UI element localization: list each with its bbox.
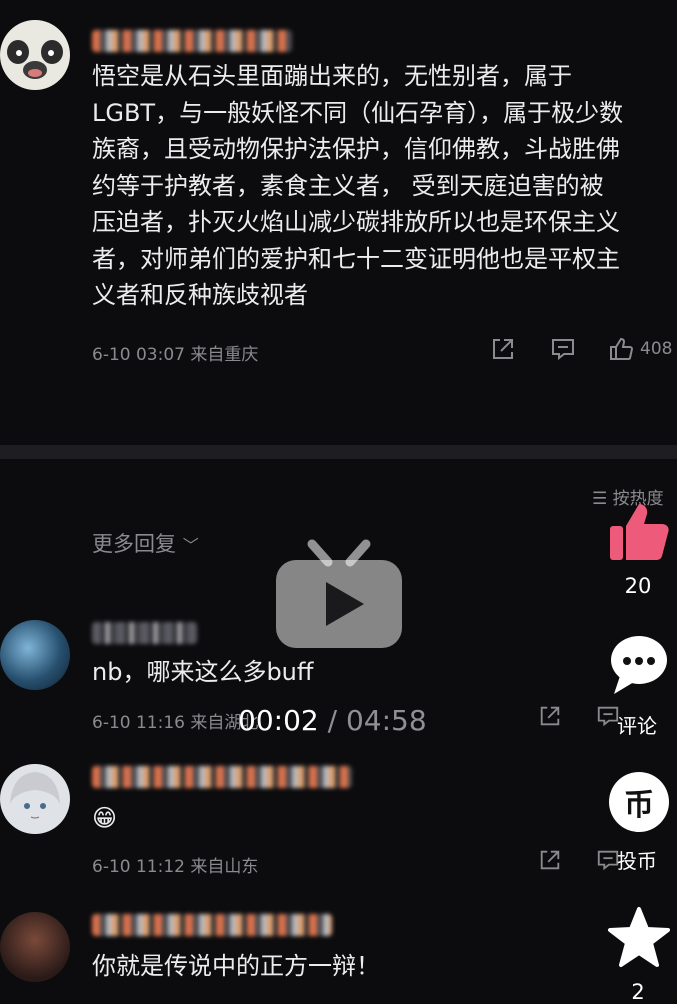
side-comment-label: 评论 bbox=[617, 714, 657, 738]
avatar[interactable] bbox=[0, 20, 70, 90]
comment-meta: 6-10 11:12 来自山东 bbox=[92, 857, 259, 877]
side-like-count: 20 bbox=[624, 574, 652, 598]
like-button[interactable]: 408 bbox=[608, 336, 672, 362]
star-icon bbox=[608, 907, 670, 967]
side-comment-button[interactable] bbox=[606, 632, 670, 696]
comment-text: 悟空是从石头里面蹦出来的，无性别者，属于 LGBT，与一般妖怪不同（仙石孕育），… bbox=[92, 62, 624, 309]
comment-meta: 6-10 11:16 来自湖北 bbox=[92, 713, 259, 733]
reply-button[interactable] bbox=[550, 336, 576, 362]
comment-meta: 6-10 03:07 来自重庆 bbox=[92, 345, 259, 365]
anime-avatar-icon bbox=[10, 772, 60, 819]
username-blurred[interactable] bbox=[92, 30, 292, 52]
like-count: 408 bbox=[640, 339, 673, 359]
time-separator: / bbox=[327, 704, 338, 737]
comment-bubble-icon bbox=[611, 636, 667, 694]
total-time: 04:58 bbox=[345, 704, 427, 737]
share-icon bbox=[540, 850, 560, 870]
more-replies-button[interactable]: 更多回复 ﹀ bbox=[92, 528, 199, 558]
comment-text: 你就是传说中的正方一辩！ bbox=[92, 952, 380, 980]
side-favorite-button[interactable] bbox=[606, 905, 672, 971]
share-icon bbox=[540, 706, 560, 726]
side-coin-button[interactable]: 币 bbox=[609, 772, 669, 832]
comment-text: nb，哪来这么多buff bbox=[92, 658, 314, 686]
username-blurred[interactable] bbox=[92, 766, 352, 788]
share-button[interactable] bbox=[538, 704, 562, 728]
current-time: 00:02 bbox=[238, 704, 319, 737]
chevron-down-icon: ﹀ bbox=[182, 536, 199, 555]
playback-time: 00:02 / 04:58 bbox=[238, 704, 427, 737]
username-blurred[interactable] bbox=[92, 914, 332, 936]
share-button[interactable] bbox=[538, 848, 562, 872]
avatar[interactable] bbox=[0, 912, 70, 982]
thumbs-up-icon bbox=[610, 504, 669, 560]
comment-emoji: 😁 bbox=[92, 804, 118, 832]
panda-avatar-icon bbox=[7, 40, 63, 79]
coin-icon: 币 bbox=[609, 772, 669, 832]
username-blurred[interactable] bbox=[92, 622, 197, 644]
avatar[interactable] bbox=[0, 764, 70, 834]
play-button[interactable] bbox=[274, 538, 404, 650]
reply-icon bbox=[552, 339, 574, 361]
bilibili-play-icon bbox=[276, 539, 402, 648]
avatar[interactable] bbox=[0, 620, 70, 690]
section-divider bbox=[0, 445, 677, 459]
more-replies-label: 更多回复 bbox=[92, 532, 176, 556]
share-button[interactable] bbox=[490, 336, 516, 362]
share-icon bbox=[493, 339, 513, 359]
thumbs-up-icon bbox=[610, 337, 634, 360]
side-favorite-count: 2 bbox=[631, 980, 645, 1004]
side-coin-label: 投币 bbox=[617, 849, 657, 873]
side-like-button[interactable] bbox=[606, 500, 670, 564]
coin-glyph: 币 bbox=[624, 788, 654, 823]
